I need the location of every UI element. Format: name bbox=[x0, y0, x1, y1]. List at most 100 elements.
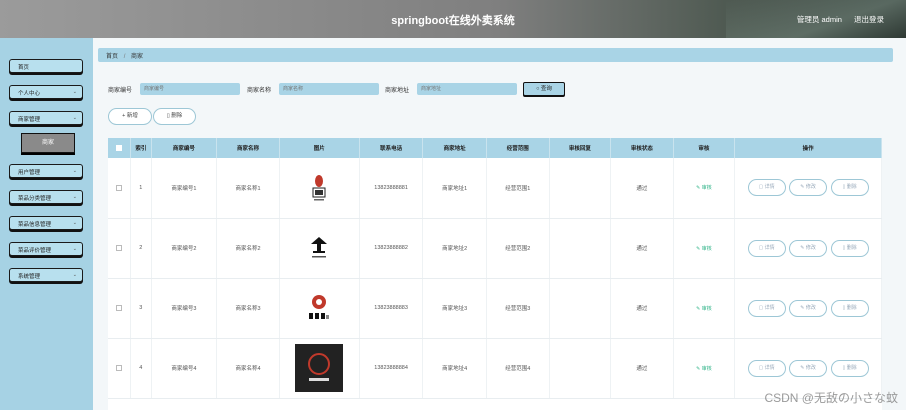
cell-status: 通过 bbox=[610, 338, 674, 399]
edit-button[interactable]: ✎ 修改 bbox=[789, 359, 828, 377]
column-header: 操作 bbox=[734, 138, 882, 158]
detail-label: 详情 bbox=[764, 244, 775, 251]
cell-audit: ✎ 审核 bbox=[673, 158, 736, 219]
sidebar-item-personal-center[interactable]: 个人中心 ⌄ bbox=[9, 85, 83, 99]
merchant-logo-1 bbox=[312, 174, 326, 201]
merchant-logo-2 bbox=[311, 237, 328, 258]
delete-label: 删除 bbox=[846, 304, 857, 311]
edit-button[interactable]: ✎ 修改 bbox=[789, 239, 828, 257]
sidebar-item-label: 菜品信息管理 bbox=[18, 222, 52, 228]
batch-delete-label: 删除 bbox=[171, 113, 183, 119]
row-checkbox[interactable] bbox=[116, 304, 123, 311]
cell-scope: 经营范围2 bbox=[486, 218, 550, 279]
cell-index: 1 bbox=[130, 158, 152, 219]
breadcrumb-home[interactable]: 首页 bbox=[106, 54, 118, 60]
sidebar-item-home[interactable]: 首页 bbox=[9, 59, 83, 73]
chevron-down-icon: ⌄ bbox=[72, 220, 77, 226]
cell-code: 商家编号2 bbox=[151, 218, 218, 279]
delete-label: 删除 bbox=[846, 244, 857, 251]
cell-reply bbox=[549, 158, 612, 219]
row-checkbox[interactable] bbox=[116, 184, 123, 191]
query-button-label: 查询 bbox=[540, 86, 552, 92]
table-row: 1 商家编号1 商家名称1 13823888881 商家地址1 经营范围1 通过… bbox=[108, 158, 882, 219]
detail-button[interactable]: ▢ 详情 bbox=[747, 179, 786, 197]
column-header: 审核状态 bbox=[610, 138, 674, 158]
merchant-logo-4 bbox=[295, 344, 344, 392]
delete-button[interactable]: ▯ 删除 bbox=[830, 179, 869, 197]
app-title: springboot在线外卖系统 bbox=[391, 15, 515, 27]
chevron-down-icon: ⌄ bbox=[72, 89, 77, 95]
sidebar-item-user-management[interactable]: 用户管理 ⌄ bbox=[9, 164, 83, 178]
sidebar-item-label: 系统管理 bbox=[18, 274, 41, 280]
merchant-address-input[interactable] bbox=[417, 83, 517, 95]
batch-delete-button[interactable]: ▯ 删除 bbox=[153, 108, 196, 125]
detail-button[interactable]: ▢ 详情 bbox=[747, 239, 786, 257]
user-area: 管理员 admin 退出登录 bbox=[787, 14, 884, 25]
sidebar-item-dish-info[interactable]: 菜品信息管理 ⌄ bbox=[9, 216, 83, 230]
cell-actions: ▢ 详情 ✎ 修改 ▯ 删除 bbox=[734, 218, 882, 279]
audit-link[interactable]: ✎ 审核 bbox=[696, 185, 712, 191]
sidebar-item-dish-review[interactable]: 菜品评价管理 ⌄ bbox=[9, 242, 83, 256]
column-header: 审核 bbox=[673, 138, 736, 158]
breadcrumb-current: 商家 bbox=[131, 54, 144, 60]
merchant-name-input[interactable] bbox=[279, 83, 379, 95]
cell-image bbox=[279, 218, 360, 279]
edit-label: 修改 bbox=[805, 244, 816, 251]
cell-image bbox=[279, 278, 360, 339]
column-header: 图片 bbox=[279, 138, 360, 158]
select-all-header[interactable] bbox=[108, 138, 132, 158]
sidebar-item-merchant-management[interactable]: 商家管理 ⌄ bbox=[9, 111, 83, 125]
edit-button[interactable]: ✎ 修改 bbox=[789, 299, 828, 317]
delete-button[interactable]: ▯ 删除 bbox=[830, 299, 869, 317]
audit-link[interactable]: ✎ 审核 bbox=[696, 306, 712, 312]
cell-audit: ✎ 审核 bbox=[673, 338, 736, 399]
delete-button[interactable]: ▯ 删除 bbox=[830, 239, 869, 257]
admin-user-label: 管理员 admin bbox=[796, 15, 842, 24]
chevron-down-icon: ⌄ bbox=[72, 115, 77, 121]
logout-link[interactable]: 退出登录 bbox=[854, 15, 884, 24]
query-button[interactable]: ○ 查询 bbox=[523, 82, 565, 96]
merchant-code-input[interactable] bbox=[140, 83, 240, 95]
merchant-logo-3 bbox=[309, 295, 330, 319]
cell-reply bbox=[549, 218, 612, 279]
sidebar-item-label: 菜品分类管理 bbox=[18, 196, 52, 202]
detail-button[interactable]: ▢ 详情 bbox=[747, 359, 786, 377]
chevron-down-icon: ⌄ bbox=[72, 272, 77, 278]
breadcrumb-separator: / bbox=[123, 54, 126, 60]
detail-button[interactable]: ▢ 详情 bbox=[747, 299, 786, 317]
edit-button[interactable]: ✎ 修改 bbox=[789, 179, 828, 197]
row-checkbox[interactable] bbox=[116, 244, 123, 251]
cell-name: 商家名称2 bbox=[216, 218, 280, 279]
cell-reply bbox=[549, 338, 612, 399]
sidebar-item-label: 首页 bbox=[18, 65, 30, 71]
cell-code: 商家编号1 bbox=[151, 158, 218, 219]
cell-audit: ✎ 审核 bbox=[673, 218, 736, 279]
sidebar-subitem-merchant[interactable]: 商家 bbox=[21, 133, 75, 153]
sidebar-item-label: 商家管理 bbox=[18, 117, 41, 123]
sidebar-item-label: 菜品评价管理 bbox=[18, 248, 52, 254]
cell-audit: ✎ 审核 bbox=[673, 278, 736, 339]
edit-label: 修改 bbox=[805, 184, 816, 191]
merchant-table: 索引 商家编号 商家名称 图片 联系电话 商家地址 经营范围 审核回复 审核状态… bbox=[108, 138, 882, 410]
audit-link[interactable]: ✎ 审核 bbox=[696, 366, 712, 372]
cell-status: 通过 bbox=[610, 218, 674, 279]
sidebar-item-system-management[interactable]: 系统管理 ⌄ bbox=[9, 268, 83, 282]
audit-link[interactable]: ✎ 审核 bbox=[696, 246, 712, 252]
delete-button[interactable]: ▯ 删除 bbox=[830, 359, 869, 377]
row-checkbox[interactable] bbox=[116, 364, 123, 371]
add-button[interactable]: + 新增 bbox=[108, 108, 152, 125]
cell-name: 商家名称3 bbox=[216, 278, 280, 339]
column-header: 联系电话 bbox=[359, 138, 424, 158]
column-header: 审核回复 bbox=[549, 138, 612, 158]
sidebar-item-dish-category[interactable]: 菜品分类管理 ⌄ bbox=[9, 190, 83, 204]
cell-reply bbox=[549, 278, 612, 339]
top-bar: springboot在线外卖系统 管理员 admin 退出登录 bbox=[0, 0, 906, 38]
select-all-checkbox[interactable] bbox=[116, 144, 123, 151]
cell-phone: 13823888882 bbox=[359, 218, 424, 279]
cell-code: 商家编号4 bbox=[151, 338, 218, 399]
column-header: 经营范围 bbox=[486, 138, 550, 158]
delete-label: 删除 bbox=[846, 364, 857, 371]
row-select-cell bbox=[108, 338, 132, 399]
search-icon: ○ bbox=[536, 86, 540, 92]
cell-scope: 经营范围1 bbox=[486, 158, 550, 219]
